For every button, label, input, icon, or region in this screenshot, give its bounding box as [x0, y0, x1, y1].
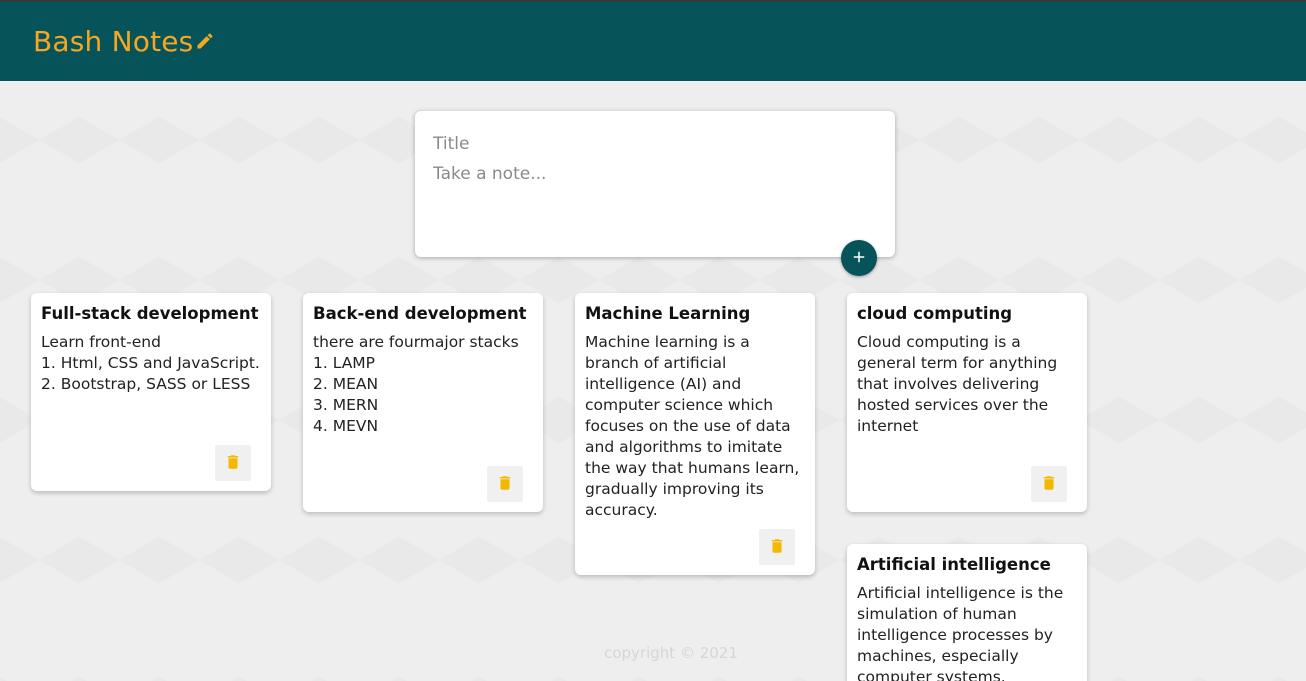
- note-content: Cloud computing is a general term for an…: [857, 333, 1058, 435]
- note-title: cloud computing: [857, 304, 1013, 323]
- app-title: Bash Notes: [33, 25, 194, 58]
- trash-icon: [768, 537, 786, 558]
- create-note-form: [415, 111, 895, 257]
- note-title: Full-stack development: [41, 304, 259, 323]
- app-logo[interactable]: Bash Notes: [33, 25, 215, 58]
- trash-icon: [224, 453, 242, 474]
- note-title-input[interactable]: [433, 132, 873, 156]
- delete-note-button[interactable]: [759, 529, 795, 565]
- note-content: there are fourmajor stacks 1. LAMP 2. ME…: [313, 333, 519, 435]
- delete-note-button[interactable]: [215, 445, 251, 481]
- note-content: Learn front-end 1. Html, CSS and JavaScr…: [41, 333, 260, 393]
- note-card: Back-end development there are fourmajor…: [303, 293, 543, 512]
- note-content-input[interactable]: [433, 164, 873, 244]
- plus-icon: [850, 248, 868, 269]
- note-title: Artificial intelligence: [857, 555, 1051, 574]
- delete-note-button[interactable]: [1031, 466, 1067, 502]
- note-card: Full-stack development Learn front-end 1…: [31, 293, 271, 491]
- note-content: Artificial intelligence is the simulatio…: [857, 584, 1064, 681]
- add-note-button[interactable]: [841, 240, 877, 276]
- trash-icon: [1040, 474, 1058, 495]
- note-card: Machine Learning Machine learning is a b…: [575, 293, 815, 575]
- pencil-icon: [193, 25, 215, 58]
- note-title: Machine Learning: [585, 304, 751, 323]
- footer-copyright: copyright © 2021: [604, 644, 738, 662]
- note-card: cloud computing Cloud computing is a gen…: [847, 293, 1087, 512]
- trash-icon: [496, 474, 514, 495]
- note-card: Artificial intelligence Artificial intel…: [847, 544, 1087, 681]
- delete-note-button[interactable]: [487, 466, 523, 502]
- note-content: Machine learning is a branch of artifici…: [585, 333, 800, 519]
- note-title: Back-end development: [313, 304, 527, 323]
- app-header: Bash Notes: [0, 2, 1306, 81]
